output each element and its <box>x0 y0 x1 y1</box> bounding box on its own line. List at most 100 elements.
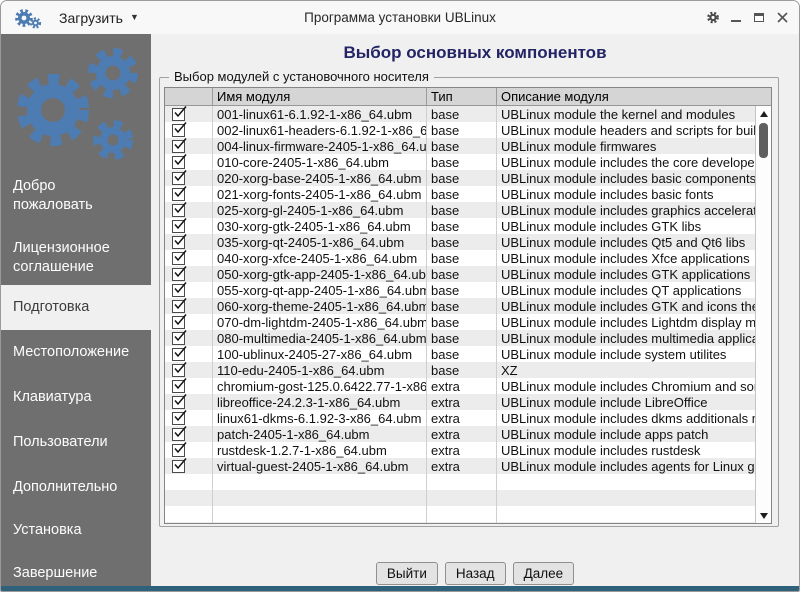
scroll-up-button[interactable] <box>756 106 771 121</box>
table-row[interactable] <box>165 490 755 506</box>
module-name-cell <box>213 490 427 506</box>
module-rows: 001-linux61-6.1.92-1-x86_64.ubm base UBL… <box>165 106 755 523</box>
header-module-type[interactable]: Тип <box>427 88 497 105</box>
table-row[interactable]: 110-edu-2405-1-x86_64.ubm base XZ <box>165 362 755 378</box>
table-header-row: Имя модуля Тип Описание модуля <box>165 88 771 106</box>
module-type-cell: base <box>427 250 497 266</box>
next-button[interactable]: Далее <box>513 562 575 585</box>
module-type-cell: base <box>427 234 497 250</box>
module-checkbox[interactable] <box>172 460 185 473</box>
header-module-desc[interactable]: Описание модуля <box>497 88 771 105</box>
table-row[interactable]: 001-linux61-6.1.92-1-x86_64.ubm base UBL… <box>165 106 755 122</box>
table-row[interactable]: 002-linux61-headers-6.1.92-1-x86_64.ubm … <box>165 122 755 138</box>
module-desc-cell: UBLinux module include LibreOffice <box>497 394 755 410</box>
minimize-button[interactable] <box>729 8 743 28</box>
module-checkbox[interactable] <box>172 332 185 345</box>
module-checkbox[interactable] <box>172 300 185 313</box>
module-checkbox[interactable] <box>172 108 185 121</box>
sidebar-item-users[interactable]: Пользователи <box>1 433 151 452</box>
module-desc-cell <box>497 506 755 522</box>
titlebar: Загрузить ▼ Программа установки UBLinux <box>1 1 799 34</box>
sidebar-item-license[interactable]: Лицензионное соглашение <box>1 239 151 276</box>
module-type-cell <box>427 474 497 490</box>
load-button[interactable]: Загрузить ▼ <box>59 10 139 26</box>
maximize-button[interactable] <box>752 8 766 28</box>
table-row[interactable]: 020-xorg-base-2405-1-x86_64.ubm base UBL… <box>165 170 755 186</box>
exit-button[interactable]: Выйти <box>376 562 438 585</box>
module-desc-cell <box>497 474 755 490</box>
table-row[interactable]: libreoffice-24.2.3-1-x86_64.ubm extra UB… <box>165 394 755 410</box>
table-row[interactable]: 025-xorg-gl-2405-1-x86_64.ubm base UBLin… <box>165 202 755 218</box>
header-module-name[interactable]: Имя модуля <box>213 88 427 105</box>
module-checkbox[interactable] <box>172 284 185 297</box>
module-checkbox[interactable] <box>172 412 185 425</box>
arrow-up-icon <box>760 111 768 117</box>
sidebar-item-install[interactable]: Установка <box>1 521 151 540</box>
module-desc-cell: UBLinux module includes rustdesk <box>497 442 755 458</box>
module-checkbox[interactable] <box>172 172 185 185</box>
table-row[interactable]: patch-2405-1-x86_64.ubm extra UBLinux mo… <box>165 426 755 442</box>
window-title: Программа установки UBLinux <box>304 10 496 25</box>
module-checkbox[interactable] <box>172 380 185 393</box>
vertical-scrollbar[interactable] <box>755 106 771 523</box>
sidebar-item-location[interactable]: Местоположение <box>1 343 151 362</box>
module-checkbox[interactable] <box>172 444 185 457</box>
module-type-cell: base <box>427 298 497 314</box>
table-row[interactable]: 040-xorg-xfce-2405-1-x86_64.ubm base UBL… <box>165 250 755 266</box>
table-row[interactable] <box>165 522 755 523</box>
table-row[interactable]: 030-xorg-gtk-2405-1-x86_64.ubm base UBLi… <box>165 218 755 234</box>
module-checkbox[interactable] <box>172 156 185 169</box>
sidebar-item-keyboard[interactable]: Клавиатура <box>1 388 151 407</box>
module-checkbox[interactable] <box>172 188 185 201</box>
module-name-cell: 050-xorg-gtk-app-2405-1-x86_64.ubm <box>213 266 427 282</box>
back-button[interactable]: Назад <box>445 562 506 585</box>
module-checkbox[interactable] <box>172 428 185 441</box>
sidebar-item-preparation[interactable]: Подготовка <box>1 285 151 330</box>
table-row[interactable]: 004-linux-firmware-2405-1-x86_64.ubm bas… <box>165 138 755 154</box>
module-checkbox[interactable] <box>172 252 185 265</box>
module-checkbox[interactable] <box>172 124 185 137</box>
module-type-cell <box>427 506 497 522</box>
module-checkbox[interactable] <box>172 348 185 361</box>
settings-gear-icon[interactable] <box>706 8 720 28</box>
table-row[interactable]: virtual-guest-2405-1-x86_64.ubm extra UB… <box>165 458 755 474</box>
table-row[interactable]: 100-ublinux-2405-27-x86_64.ubm base UBLi… <box>165 346 755 362</box>
table-row[interactable]: rustdesk-1.2.7-1-x86_64.ubm extra UBLinu… <box>165 442 755 458</box>
table-row[interactable]: 070-dm-lightdm-2405-1-x86_64.ubm base UB… <box>165 314 755 330</box>
module-checkbox[interactable] <box>172 220 185 233</box>
module-desc-cell: UBLinux module includes Lightdm display … <box>497 314 755 330</box>
table-row[interactable]: 035-xorg-qt-2405-1-x86_64.ubm base UBLin… <box>165 234 755 250</box>
module-type-cell: base <box>427 186 497 202</box>
table-row[interactable] <box>165 474 755 490</box>
module-checkbox[interactable] <box>172 204 185 217</box>
module-type-cell: base <box>427 170 497 186</box>
module-checkbox[interactable] <box>172 316 185 329</box>
module-name-cell: 035-xorg-qt-2405-1-x86_64.ubm <box>213 234 427 250</box>
table-row[interactable]: 050-xorg-gtk-app-2405-1-x86_64.ubm base … <box>165 266 755 282</box>
table-row[interactable]: 021-xorg-fonts-2405-1-x86_64.ubm base UB… <box>165 186 755 202</box>
module-checkbox[interactable] <box>172 396 185 409</box>
table-row[interactable]: 060-xorg-theme-2405-1-x86_64.ubm base UB… <box>165 298 755 314</box>
sidebar-item-welcome[interactable]: Добро пожаловать <box>1 177 151 214</box>
module-desc-cell: UBLinux module includes graphics acceler… <box>497 202 755 218</box>
module-name-cell <box>213 506 427 522</box>
wizard-buttons: Выйти Назад Далее <box>151 562 799 585</box>
scrollbar-thumb[interactable] <box>759 123 768 158</box>
scroll-down-button[interactable] <box>756 508 771 523</box>
module-checkbox[interactable] <box>172 268 185 281</box>
table-row[interactable]: 010-core-2405-1-x86_64.ubm base UBLinux … <box>165 154 755 170</box>
sidebar-item-finish[interactable]: Завершение <box>1 564 151 583</box>
table-row[interactable]: linux61-dkms-6.1.92-3-x86_64.ubm extra U… <box>165 410 755 426</box>
table-row[interactable]: 055-xorg-qt-app-2405-1-x86_64.ubm base U… <box>165 282 755 298</box>
table-row[interactable] <box>165 506 755 522</box>
module-type-cell: base <box>427 266 497 282</box>
header-checkbox-col[interactable] <box>165 88 213 105</box>
table-row[interactable]: chromium-gost-125.0.6422.77-1-x86_64.ubm… <box>165 378 755 394</box>
sidebar-item-additional[interactable]: Дополнительно <box>1 478 151 497</box>
close-button[interactable] <box>775 8 789 28</box>
module-checkbox[interactable] <box>172 364 185 377</box>
module-checkbox[interactable] <box>172 236 185 249</box>
module-checkbox[interactable] <box>172 140 185 153</box>
table-row[interactable]: 080-multimedia-2405-1-x86_64.ubm base UB… <box>165 330 755 346</box>
module-name-cell: 040-xorg-xfce-2405-1-x86_64.ubm <box>213 250 427 266</box>
